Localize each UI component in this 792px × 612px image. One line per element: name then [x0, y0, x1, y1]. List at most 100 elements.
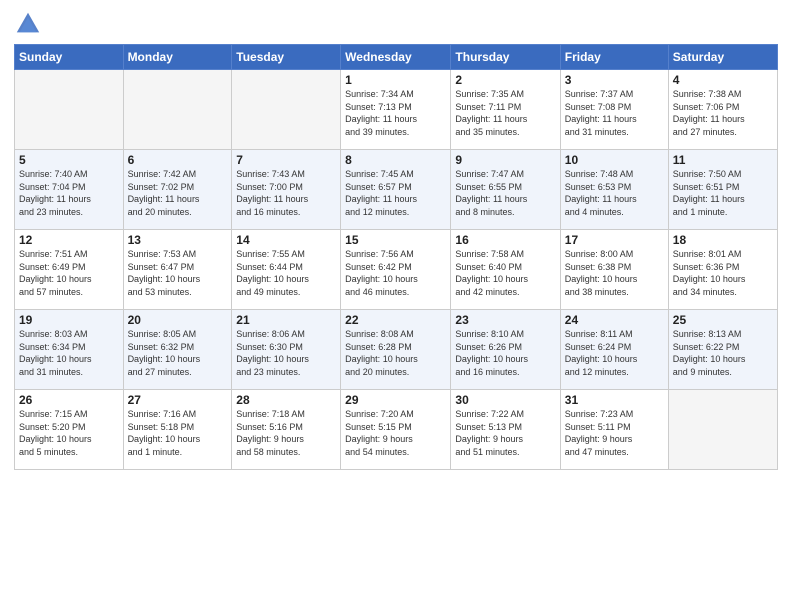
day-info: Sunrise: 8:13 AM Sunset: 6:22 PM Dayligh… — [673, 328, 773, 378]
calendar-day-cell — [15, 70, 124, 150]
day-info: Sunrise: 7:16 AM Sunset: 5:18 PM Dayligh… — [128, 408, 228, 458]
weekday-header: Tuesday — [232, 45, 341, 70]
logo-icon — [14, 10, 42, 38]
day-number: 14 — [236, 233, 336, 247]
calendar-day-cell: 29Sunrise: 7:20 AM Sunset: 5:15 PM Dayli… — [341, 390, 451, 470]
day-number: 7 — [236, 153, 336, 167]
day-number: 29 — [345, 393, 446, 407]
calendar-day-cell: 18Sunrise: 8:01 AM Sunset: 6:36 PM Dayli… — [668, 230, 777, 310]
day-info: Sunrise: 8:08 AM Sunset: 6:28 PM Dayligh… — [345, 328, 446, 378]
day-number: 16 — [455, 233, 555, 247]
calendar-day-cell: 15Sunrise: 7:56 AM Sunset: 6:42 PM Dayli… — [341, 230, 451, 310]
calendar-day-cell: 17Sunrise: 8:00 AM Sunset: 6:38 PM Dayli… — [560, 230, 668, 310]
day-info: Sunrise: 8:05 AM Sunset: 6:32 PM Dayligh… — [128, 328, 228, 378]
calendar-day-cell: 16Sunrise: 7:58 AM Sunset: 6:40 PM Dayli… — [451, 230, 560, 310]
calendar-day-cell: 3Sunrise: 7:37 AM Sunset: 7:08 PM Daylig… — [560, 70, 668, 150]
day-info: Sunrise: 7:38 AM Sunset: 7:06 PM Dayligh… — [673, 88, 773, 138]
day-number: 1 — [345, 73, 446, 87]
day-info: Sunrise: 7:34 AM Sunset: 7:13 PM Dayligh… — [345, 88, 446, 138]
calendar-day-cell: 19Sunrise: 8:03 AM Sunset: 6:34 PM Dayli… — [15, 310, 124, 390]
day-number: 31 — [565, 393, 664, 407]
calendar-day-cell: 31Sunrise: 7:23 AM Sunset: 5:11 PM Dayli… — [560, 390, 668, 470]
day-info: Sunrise: 7:43 AM Sunset: 7:00 PM Dayligh… — [236, 168, 336, 218]
day-info: Sunrise: 7:47 AM Sunset: 6:55 PM Dayligh… — [455, 168, 555, 218]
day-number: 17 — [565, 233, 664, 247]
weekday-header: Wednesday — [341, 45, 451, 70]
calendar-header-row: SundayMondayTuesdayWednesdayThursdayFrid… — [15, 45, 778, 70]
calendar-week-row: 19Sunrise: 8:03 AM Sunset: 6:34 PM Dayli… — [15, 310, 778, 390]
day-number: 21 — [236, 313, 336, 327]
day-number: 22 — [345, 313, 446, 327]
calendar-day-cell: 28Sunrise: 7:18 AM Sunset: 5:16 PM Dayli… — [232, 390, 341, 470]
day-info: Sunrise: 8:00 AM Sunset: 6:38 PM Dayligh… — [565, 248, 664, 298]
day-info: Sunrise: 7:58 AM Sunset: 6:40 PM Dayligh… — [455, 248, 555, 298]
day-info: Sunrise: 7:50 AM Sunset: 6:51 PM Dayligh… — [673, 168, 773, 218]
calendar-table: SundayMondayTuesdayWednesdayThursdayFrid… — [14, 44, 778, 470]
day-info: Sunrise: 7:48 AM Sunset: 6:53 PM Dayligh… — [565, 168, 664, 218]
day-number: 30 — [455, 393, 555, 407]
day-number: 5 — [19, 153, 119, 167]
day-number: 3 — [565, 73, 664, 87]
day-info: Sunrise: 8:03 AM Sunset: 6:34 PM Dayligh… — [19, 328, 119, 378]
calendar-week-row: 12Sunrise: 7:51 AM Sunset: 6:49 PM Dayli… — [15, 230, 778, 310]
day-number: 24 — [565, 313, 664, 327]
day-info: Sunrise: 8:10 AM Sunset: 6:26 PM Dayligh… — [455, 328, 555, 378]
day-info: Sunrise: 7:55 AM Sunset: 6:44 PM Dayligh… — [236, 248, 336, 298]
calendar-day-cell: 20Sunrise: 8:05 AM Sunset: 6:32 PM Dayli… — [123, 310, 232, 390]
day-info: Sunrise: 7:23 AM Sunset: 5:11 PM Dayligh… — [565, 408, 664, 458]
day-number: 28 — [236, 393, 336, 407]
calendar-day-cell: 5Sunrise: 7:40 AM Sunset: 7:04 PM Daylig… — [15, 150, 124, 230]
day-info: Sunrise: 7:56 AM Sunset: 6:42 PM Dayligh… — [345, 248, 446, 298]
calendar-day-cell: 1Sunrise: 7:34 AM Sunset: 7:13 PM Daylig… — [341, 70, 451, 150]
calendar-day-cell: 9Sunrise: 7:47 AM Sunset: 6:55 PM Daylig… — [451, 150, 560, 230]
calendar-week-row: 5Sunrise: 7:40 AM Sunset: 7:04 PM Daylig… — [15, 150, 778, 230]
day-number: 13 — [128, 233, 228, 247]
day-number: 26 — [19, 393, 119, 407]
day-number: 19 — [19, 313, 119, 327]
calendar-day-cell: 4Sunrise: 7:38 AM Sunset: 7:06 PM Daylig… — [668, 70, 777, 150]
day-info: Sunrise: 7:20 AM Sunset: 5:15 PM Dayligh… — [345, 408, 446, 458]
day-info: Sunrise: 7:40 AM Sunset: 7:04 PM Dayligh… — [19, 168, 119, 218]
day-info: Sunrise: 8:01 AM Sunset: 6:36 PM Dayligh… — [673, 248, 773, 298]
day-number: 9 — [455, 153, 555, 167]
calendar-day-cell: 23Sunrise: 8:10 AM Sunset: 6:26 PM Dayli… — [451, 310, 560, 390]
calendar-day-cell: 6Sunrise: 7:42 AM Sunset: 7:02 PM Daylig… — [123, 150, 232, 230]
day-number: 12 — [19, 233, 119, 247]
calendar-day-cell: 30Sunrise: 7:22 AM Sunset: 5:13 PM Dayli… — [451, 390, 560, 470]
calendar-day-cell: 21Sunrise: 8:06 AM Sunset: 6:30 PM Dayli… — [232, 310, 341, 390]
day-info: Sunrise: 7:15 AM Sunset: 5:20 PM Dayligh… — [19, 408, 119, 458]
calendar-day-cell: 27Sunrise: 7:16 AM Sunset: 5:18 PM Dayli… — [123, 390, 232, 470]
day-info: Sunrise: 7:53 AM Sunset: 6:47 PM Dayligh… — [128, 248, 228, 298]
calendar-container: SundayMondayTuesdayWednesdayThursdayFrid… — [0, 0, 792, 612]
calendar-day-cell: 24Sunrise: 8:11 AM Sunset: 6:24 PM Dayli… — [560, 310, 668, 390]
day-info: Sunrise: 8:06 AM Sunset: 6:30 PM Dayligh… — [236, 328, 336, 378]
weekday-header: Sunday — [15, 45, 124, 70]
day-number: 23 — [455, 313, 555, 327]
day-number: 10 — [565, 153, 664, 167]
day-number: 27 — [128, 393, 228, 407]
calendar-week-row: 1Sunrise: 7:34 AM Sunset: 7:13 PM Daylig… — [15, 70, 778, 150]
day-info: Sunrise: 7:42 AM Sunset: 7:02 PM Dayligh… — [128, 168, 228, 218]
weekday-header: Friday — [560, 45, 668, 70]
calendar-day-cell: 8Sunrise: 7:45 AM Sunset: 6:57 PM Daylig… — [341, 150, 451, 230]
calendar-day-cell: 12Sunrise: 7:51 AM Sunset: 6:49 PM Dayli… — [15, 230, 124, 310]
day-number: 18 — [673, 233, 773, 247]
logo — [14, 10, 46, 38]
header — [14, 10, 778, 38]
day-info: Sunrise: 7:45 AM Sunset: 6:57 PM Dayligh… — [345, 168, 446, 218]
day-number: 8 — [345, 153, 446, 167]
day-info: Sunrise: 7:37 AM Sunset: 7:08 PM Dayligh… — [565, 88, 664, 138]
calendar-day-cell: 26Sunrise: 7:15 AM Sunset: 5:20 PM Dayli… — [15, 390, 124, 470]
day-info: Sunrise: 7:18 AM Sunset: 5:16 PM Dayligh… — [236, 408, 336, 458]
weekday-header: Saturday — [668, 45, 777, 70]
day-number: 4 — [673, 73, 773, 87]
calendar-day-cell: 2Sunrise: 7:35 AM Sunset: 7:11 PM Daylig… — [451, 70, 560, 150]
weekday-header: Thursday — [451, 45, 560, 70]
day-number: 15 — [345, 233, 446, 247]
day-number: 25 — [673, 313, 773, 327]
day-info: Sunrise: 8:11 AM Sunset: 6:24 PM Dayligh… — [565, 328, 664, 378]
calendar-day-cell: 14Sunrise: 7:55 AM Sunset: 6:44 PM Dayli… — [232, 230, 341, 310]
day-number: 2 — [455, 73, 555, 87]
day-info: Sunrise: 7:35 AM Sunset: 7:11 PM Dayligh… — [455, 88, 555, 138]
day-info: Sunrise: 7:51 AM Sunset: 6:49 PM Dayligh… — [19, 248, 119, 298]
